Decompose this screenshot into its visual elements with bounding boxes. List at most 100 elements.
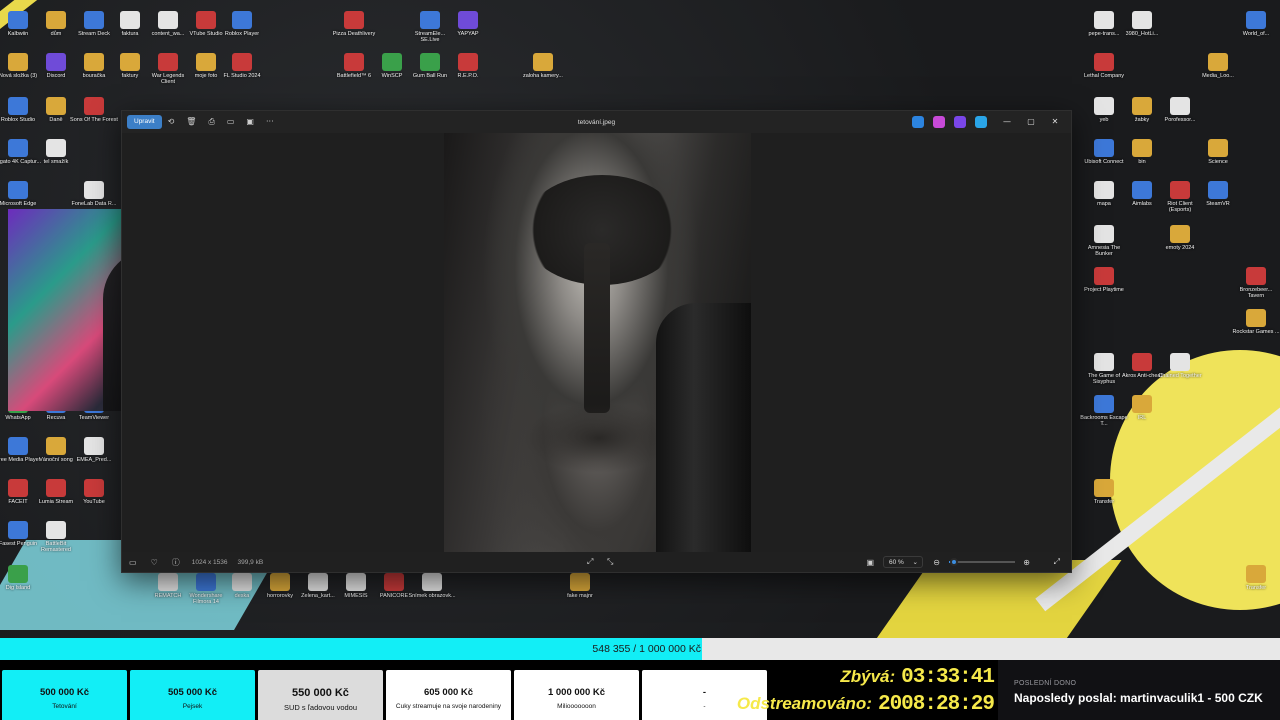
milestone-name: Cuky streamuje na svoje narodeniny xyxy=(395,703,502,710)
desktop-icon-label: Project Playtime xyxy=(1084,287,1124,293)
desktop-icon[interactable]: YAPYAP xyxy=(446,8,490,54)
crop-icon[interactable]: ▭ xyxy=(221,111,241,133)
tattoo-photo[interactable] xyxy=(444,133,751,554)
photos-window[interactable]: Upravit ⟲ 🗑 ⎙ ▭ ▣ ··· tetování.jpeg — ▢ … xyxy=(121,110,1072,573)
title-bar[interactable]: Upravit ⟲ 🗑 ⎙ ▭ ▣ ··· tetování.jpeg — ▢ … xyxy=(122,111,1071,133)
app-icon xyxy=(1170,181,1190,199)
desktop-icon-label: Transfer xyxy=(1245,585,1267,591)
tree-trunk xyxy=(584,243,610,413)
maximize-button[interactable]: ▢ xyxy=(1019,111,1043,133)
folder-icon xyxy=(533,53,553,71)
desktop-icon[interactable]: Transfer xyxy=(1234,562,1278,608)
desktop-icon[interactable]: Project Playtime xyxy=(1082,264,1126,310)
desktop-icon[interactable]: Sons Of The Forest xyxy=(70,94,118,140)
desktop-icon-label: Lethal Company xyxy=(1083,73,1125,79)
folder-icon xyxy=(1132,97,1152,115)
desktop-icon[interactable]: FL Studio 2024 xyxy=(220,50,264,96)
desktop-icon[interactable]: Roblox Player xyxy=(220,8,264,54)
desktop-icon[interactable]: IRL xyxy=(1120,392,1164,438)
desktop-icon-label: Rockstar Games ... xyxy=(1232,329,1280,335)
edit-button[interactable]: Upravit xyxy=(127,115,162,129)
app-badge-icon[interactable] xyxy=(933,116,945,128)
desktop-icon-label: IRL xyxy=(1137,415,1147,421)
fullscreen-icon[interactable]: ⤢ xyxy=(1047,557,1067,567)
stream-timers: Zbývá: 03:33:41 Odstreamováno: 2008:28:2… xyxy=(737,660,998,720)
desktop-icon[interactable]: Pizza Deathlivery xyxy=(332,8,376,54)
info-icon[interactable]: ⓘ xyxy=(165,557,187,568)
desktop-icon-label: bin xyxy=(1138,159,1146,165)
desktop-icon-label: emoty 2024 xyxy=(1165,245,1195,251)
app-icon xyxy=(1208,181,1228,199)
desktop-icon[interactable]: BattleBit Remastered xyxy=(34,518,78,564)
favorite-icon[interactable]: ♡ xyxy=(144,558,165,567)
app-icon xyxy=(1246,11,1266,29)
app-badge-icon[interactable] xyxy=(912,116,924,128)
desktop-icon[interactable]: fake majnr xyxy=(558,570,602,616)
rotate-icon[interactable]: ⟲ xyxy=(162,111,181,133)
desktop-icon[interactable]: Bronzebeer... Tavern xyxy=(1234,264,1278,310)
desktop-icon[interactable]: SteamVR xyxy=(1196,178,1240,224)
desktop-icon[interactable]: Rockstar Games ... xyxy=(1232,306,1280,352)
desktop-icon[interactable]: EMEA_Pred... xyxy=(72,434,116,480)
app-icon xyxy=(120,11,140,29)
fit-icon[interactable]: ⤢ xyxy=(580,557,600,567)
desktop-icon[interactable]: World_of... xyxy=(1234,8,1278,54)
minimize-button[interactable]: — xyxy=(995,111,1019,133)
desktop-icon[interactable]: Snímek obrazovk... xyxy=(408,570,456,616)
zoom-dropdown[interactable]: 60 % ⌄ xyxy=(883,556,923,568)
app-icon xyxy=(196,11,216,29)
zoom-slider[interactable] xyxy=(949,558,1015,566)
desktop-icon[interactable]: 3980_HotLi... xyxy=(1120,8,1164,54)
app-icon xyxy=(84,479,104,497)
window-controls: — ▢ ✕ xyxy=(995,111,1067,133)
desktop-icon[interactable]: zaloha kamery... xyxy=(521,50,565,96)
desktop-icon[interactable]: Media_Loo... xyxy=(1196,50,1240,96)
desktop-icon[interactable]: Dig Island xyxy=(0,562,40,608)
desktop-icon[interactable]: Chained Together xyxy=(1158,350,1202,396)
info-icon[interactable]: ▣ xyxy=(240,111,260,133)
desktop-icon-label: Media_Loo... xyxy=(1202,73,1234,79)
app-icon xyxy=(8,437,28,455)
compare-icon[interactable]: ⤡ xyxy=(600,557,620,567)
zoom-out-icon[interactable]: ⊖ xyxy=(926,558,947,567)
app-icon xyxy=(1132,11,1152,29)
remaining-timer: Zbývá: 03:33:41 xyxy=(776,666,995,689)
app-icon xyxy=(1094,139,1114,157)
screenshot-icon[interactable]: ▣ xyxy=(859,558,881,567)
desktop-icon[interactable]: tel smažík xyxy=(34,136,78,182)
app-icon xyxy=(8,479,28,497)
app-icon xyxy=(1132,353,1152,371)
desktop-icon[interactable]: bin xyxy=(1120,136,1164,182)
desktop-icon[interactable]: Porofessor... xyxy=(1158,94,1202,140)
zoom-slider-knob[interactable] xyxy=(950,558,959,566)
desktop-icon[interactable]: Transfer xyxy=(1082,476,1126,522)
filmstrip-icon[interactable]: ▭ xyxy=(122,558,144,567)
desktop-icon[interactable]: Amnesia The Bunker xyxy=(1082,222,1126,268)
desktop-icon[interactable]: Science xyxy=(1196,136,1240,182)
desktop-icon[interactable]: emoty 2024 xyxy=(1158,222,1202,268)
tree-roots xyxy=(524,403,674,473)
desktop-icon[interactable]: YouTube xyxy=(72,476,116,522)
milestone-name: SUD s ľadovou vodou xyxy=(283,702,358,712)
print-icon[interactable]: ⎙ xyxy=(202,111,220,133)
more-icon[interactable]: ··· xyxy=(260,111,280,133)
desktop-icon[interactable]: R.E.P.O. xyxy=(446,50,490,96)
app-icon xyxy=(84,11,104,29)
app-icon xyxy=(1132,181,1152,199)
desktop-icon-label: Chained Together xyxy=(1158,373,1202,379)
zoom-in-icon[interactable]: ⊕ xyxy=(1016,558,1037,567)
desktop-icon-label: Pizza Deathlivery xyxy=(332,31,376,37)
close-button[interactable]: ✕ xyxy=(1043,111,1067,133)
app-icon xyxy=(344,53,364,71)
folder-icon xyxy=(46,11,66,29)
desktop-icon-label: 3980_HotLi... xyxy=(1125,31,1159,37)
app-icon xyxy=(1094,181,1114,199)
app-badge-icon[interactable] xyxy=(975,116,987,128)
desktop-icon-label: EMEA_Pred... xyxy=(76,457,112,463)
image-stage[interactable] xyxy=(122,133,1071,554)
app-icon xyxy=(46,139,66,157)
desktop-icon-label: fake majnr xyxy=(567,593,593,599)
app-badge-icon[interactable] xyxy=(954,116,966,128)
delete-icon[interactable]: 🗑 xyxy=(180,111,202,133)
desktop-icon[interactable]: Lethal Company xyxy=(1082,50,1126,96)
